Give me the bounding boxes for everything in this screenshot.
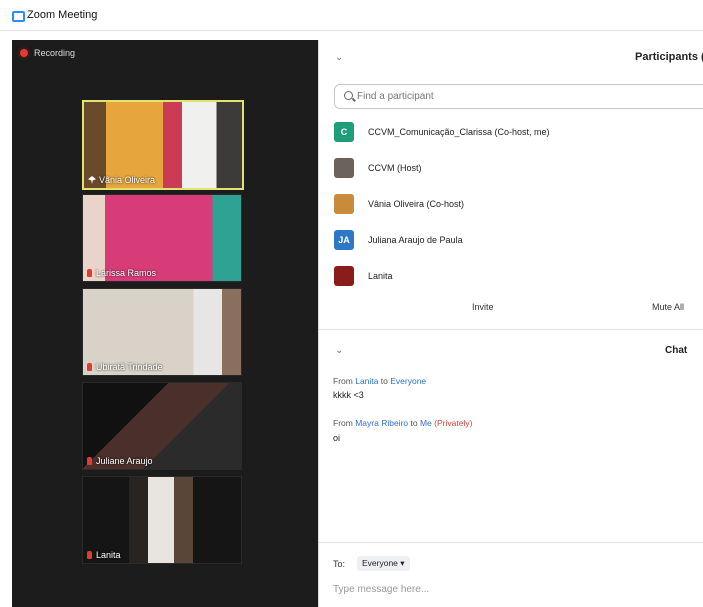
window-title: Zoom Meeting [27, 9, 98, 21]
participant-row[interactable]: JA Juliana Araujo de Paula [334, 228, 703, 264]
participant-name: CCVM (Host) [368, 163, 422, 173]
chat-input[interactable]: Type message here... [333, 584, 429, 595]
muted-mic-icon [87, 269, 92, 277]
video-tile[interactable]: Lanita [82, 476, 242, 564]
chevron-down-icon: ▾ [400, 558, 405, 568]
recipient-name[interactable]: Me [420, 418, 432, 428]
avatar [334, 194, 354, 214]
composer-divider [319, 542, 703, 543]
muted-mic-icon [87, 551, 92, 559]
chat-message-text: oi [333, 433, 341, 443]
search-icon [344, 91, 353, 100]
invite-button[interactable]: Invite [472, 302, 494, 312]
chat-message-text: kkkk <3 [333, 390, 364, 400]
avatar [334, 158, 354, 178]
search-placeholder: Find a participant [357, 91, 434, 102]
video-tile[interactable]: Vânia Oliveira [82, 100, 244, 190]
video-tile[interactable]: Ubiratã Trindade [82, 288, 242, 376]
participant-row[interactable]: Lanita [334, 264, 703, 300]
side-panel: ⌄ Participants ( Find a participant C CC… [318, 40, 703, 607]
to-label: To: [333, 559, 346, 569]
private-tag: (Privately) [434, 418, 473, 428]
zoom-app-icon [12, 11, 25, 22]
recipient-select[interactable]: Everyone ▾ [357, 556, 410, 571]
recording-label: Recording [34, 48, 76, 58]
avatar: JA [334, 230, 354, 250]
video-name-label: Vânia Oliveira [88, 175, 155, 185]
chat-title: Chat [665, 345, 688, 356]
avatar [334, 266, 354, 286]
video-tile[interactable]: Juliane Araujo [82, 382, 242, 470]
participant-name: Juliana Araujo de Paula [368, 235, 463, 245]
participant-name: Vânia Oliveira (Co-host) [368, 199, 465, 209]
recording-indicator[interactable]: Recording [20, 48, 75, 58]
mute-all-button[interactable]: Mute All [652, 302, 684, 312]
divider [319, 329, 703, 330]
record-icon [20, 49, 28, 57]
participant-row[interactable]: CCVM (Host) [334, 156, 703, 192]
recipient-name[interactable]: Everyone [390, 376, 426, 386]
pin-icon [88, 176, 96, 184]
participants-title: Participants ( [635, 51, 703, 63]
video-name-label: Lanita [87, 550, 121, 560]
muted-mic-icon [87, 363, 92, 371]
participant-name: CCVM_Comunicação_Clarissa (Co-host, me) [368, 127, 550, 137]
video-name-label: Juliane Araujo [87, 456, 153, 466]
participant-name: Lanita [368, 271, 393, 281]
chat-message-header: From Lanita to Everyone [333, 376, 427, 386]
avatar: C [334, 122, 354, 142]
video-feed [129, 477, 193, 563]
video-tile[interactable]: Larissa Ramos [82, 194, 242, 282]
participant-row[interactable]: C CCVM_Comunicação_Clarissa (Co-host, me… [334, 120, 703, 156]
collapse-chat-icon[interactable]: ⌄ [335, 345, 343, 356]
chat-message-header: From Mayra Ribeiro to Me (Privately) [333, 418, 473, 428]
title-bar: Zoom Meeting [0, 0, 703, 31]
video-name-label: Ubiratã Trindade [87, 362, 163, 372]
video-gallery: Recording Vânia Oliveira Larissa Ramos U… [12, 40, 318, 607]
sender-name[interactable]: Lanita [355, 376, 378, 386]
video-name-label: Larissa Ramos [87, 268, 156, 278]
participant-list: C CCVM_Comunicação_Clarissa (Co-host, me… [334, 120, 703, 300]
participant-row[interactable]: Vânia Oliveira (Co-host) [334, 192, 703, 228]
participant-search[interactable]: Find a participant [334, 84, 703, 109]
collapse-participants-icon[interactable]: ⌄ [335, 52, 343, 63]
sender-name[interactable]: Mayra Ribeiro [355, 418, 408, 428]
muted-mic-icon [87, 457, 92, 465]
